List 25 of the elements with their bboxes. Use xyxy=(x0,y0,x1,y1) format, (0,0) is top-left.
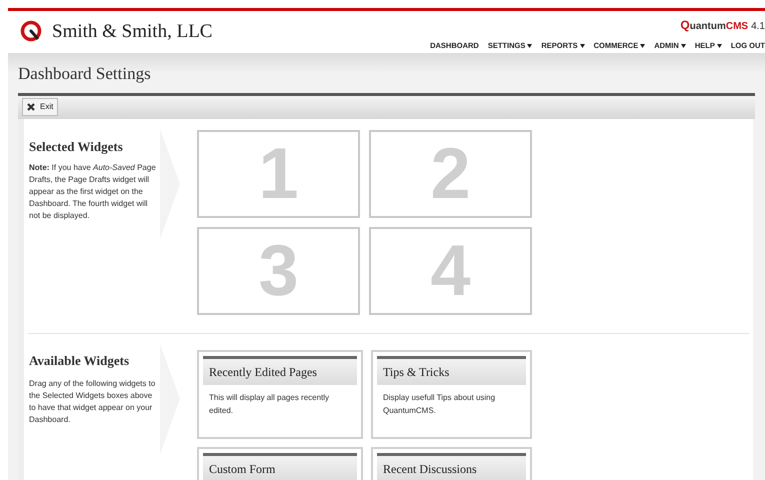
dropdown-caret-icon xyxy=(527,44,532,48)
widget-title: Custom Form xyxy=(203,452,357,480)
exit-button[interactable]: Exit xyxy=(22,98,58,116)
widget-card[interactable]: Custom Form xyxy=(197,446,363,480)
product-version: QuantumCMS 4.1 xyxy=(680,17,765,34)
widget-description: Display usefull Tips about using QuantumCMS. xyxy=(382,392,496,416)
section-heading: Available Widgets xyxy=(29,352,130,370)
widget-card[interactable]: Recently Edited Pages This will display all pages recently edited. xyxy=(197,350,363,438)
instructions-text: Drag any of the following widgets to the Selected Widgets boxes above to have that widget appear on your Dashboard. xyxy=(29,378,156,426)
note-text: Note: If you have Auto-Saved Page Drafts, the Page Drafts widget will appear as the first widget on the Dashboard. The fourth widget will not be displayed. xyxy=(29,162,157,222)
widget-card[interactable]: Tips & Tricks Display usefull Tips about using QuantumCMS. xyxy=(371,350,532,438)
section-heading: Selected Widgets xyxy=(29,138,124,156)
page-title: Dashboard Settings xyxy=(18,63,152,85)
dropdown-caret-icon xyxy=(680,44,686,48)
widget-title: Tips & Tricks xyxy=(377,356,526,384)
widget-title: Recent Discussions xyxy=(377,452,526,480)
dropdown-caret-icon xyxy=(716,44,722,48)
close-icon xyxy=(27,103,35,111)
widget-card[interactable]: Recent Discussions xyxy=(371,446,532,480)
dropdown-caret-icon xyxy=(580,44,585,48)
widget-description: This will display all pages recently edited. xyxy=(208,392,330,416)
widget-title: Recently Edited Pages xyxy=(203,356,357,384)
logo-icon xyxy=(20,20,44,44)
dropdown-caret-icon xyxy=(640,44,646,48)
company-name: Smith & Smith, LLC xyxy=(52,20,212,44)
